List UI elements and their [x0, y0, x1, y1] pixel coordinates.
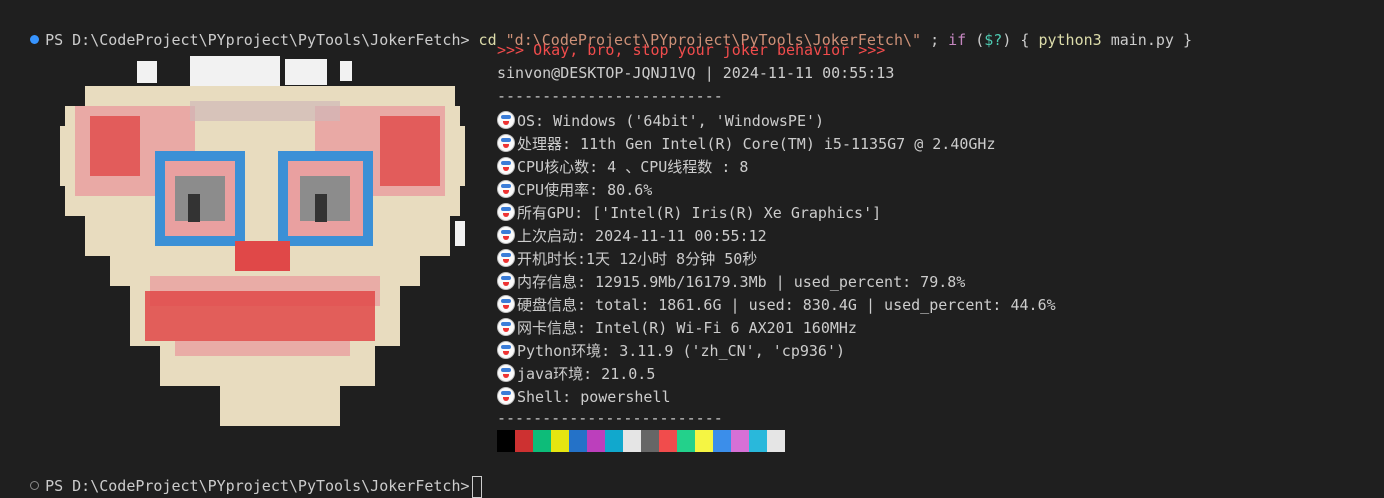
- art-block: [90, 116, 140, 176]
- separator-bottom: -------------------------: [497, 409, 723, 427]
- palette-swatch: [587, 430, 605, 452]
- clown-face-icon: [497, 249, 515, 267]
- clown-face-icon: [497, 203, 515, 221]
- palette-swatch: [713, 430, 731, 452]
- separator-top: -------------------------: [497, 87, 723, 105]
- info-row-text: Shell: powershell: [517, 388, 671, 406]
- art-block: [188, 194, 200, 222]
- art-block: [380, 116, 440, 186]
- art-block: [315, 194, 327, 222]
- art-block: [137, 61, 157, 83]
- cmd-rest: main.py }: [1101, 31, 1192, 49]
- info-row-text: 硬盘信息: total: 1861.6G | used: 830.4G | us…: [517, 296, 1056, 314]
- info-row: java环境: 21.0.5: [497, 361, 655, 383]
- palette-swatch: [569, 430, 587, 452]
- palette-swatch: [695, 430, 713, 452]
- info-row: 网卡信息: Intel(R) Wi-Fi 6 AX201 160MHz: [497, 315, 857, 337]
- palette-swatch: [767, 430, 785, 452]
- cmd-var: $?: [984, 31, 1003, 49]
- palette-swatch: [551, 430, 569, 452]
- palette-swatch: [749, 430, 767, 452]
- info-row-text: 上次启动: 2024-11-11 00:55:12: [517, 227, 767, 245]
- info-row-text: 开机时长:1天 12小时 8分钟 50秒: [517, 250, 758, 268]
- info-row-text: 网卡信息: Intel(R) Wi-Fi 6 AX201 160MHz: [517, 319, 857, 337]
- clown-face-icon: [497, 134, 515, 152]
- cmd-close: ) {: [1002, 31, 1039, 49]
- art-block: [175, 341, 350, 356]
- cmd-open: (: [966, 31, 985, 49]
- info-row: 上次启动: 2024-11-11 00:55:12: [497, 223, 767, 245]
- clown-face-icon: [497, 318, 515, 336]
- palette-swatch: [605, 430, 623, 452]
- clown-face-icon: [497, 387, 515, 405]
- clown-face-icon: [497, 111, 515, 129]
- palette-swatch: [623, 430, 641, 452]
- clown-face-icon: [497, 272, 515, 290]
- clown-face-icon: [497, 341, 515, 359]
- command-line: PS D:\CodeProject\PYproject\PyTools\Joke…: [12, 7, 1192, 49]
- command-status-dot-icon[interactable]: [30, 35, 40, 44]
- palette-swatch: [731, 430, 749, 452]
- art-block: [190, 101, 340, 121]
- art-block: [190, 56, 280, 86]
- info-row-text: java环境: 21.0.5: [517, 365, 656, 383]
- user-host-line: sinvon@DESKTOP-JQNJ1VQ | 2024-11-11 00:5…: [497, 64, 895, 82]
- info-row-text: 内存信息: 12915.9Mb/16179.3Mb | used_percent…: [517, 273, 966, 291]
- clown-face-icon: [497, 157, 515, 175]
- art-block: [340, 61, 352, 81]
- clown-face-icon: [497, 295, 515, 313]
- info-row: 开机时长:1天 12小时 8分钟 50秒: [497, 246, 757, 268]
- clown-face-icon: [497, 364, 515, 382]
- clown-face-icon: [497, 180, 515, 198]
- palette-swatch: [641, 430, 659, 452]
- info-row-text: Python环境: 3.11.9 ('zh_CN', 'cp936'): [517, 342, 846, 360]
- info-row: CPU核心数: 4 、CPU线程数 : 8: [497, 154, 748, 176]
- info-row-text: CPU使用率: 80.6%: [517, 181, 653, 199]
- info-row: Python环境: 3.11.9 ('zh_CN', 'cp936'): [497, 338, 845, 360]
- info-row: OS: Windows ('64bit', 'WindowsPE'): [497, 108, 824, 130]
- art-block: [235, 241, 290, 271]
- art-block: [285, 59, 327, 85]
- clown-face-icon: [497, 226, 515, 244]
- prompt-status-dot-icon: [30, 481, 40, 490]
- cursor: [471, 475, 482, 498]
- prompt: PS D:\CodeProject\PYproject\PyTools\Joke…: [45, 31, 470, 49]
- info-row: 处理器: 11th Gen Intel(R) Core(TM) i5-1135G…: [497, 131, 995, 153]
- color-palette: [497, 430, 785, 452]
- palette-swatch: [677, 430, 695, 452]
- art-block: [145, 291, 375, 341]
- art-block: [220, 386, 340, 426]
- info-row-text: CPU核心数: 4 、CPU线程数 : 8: [517, 158, 749, 176]
- palette-swatch: [497, 430, 515, 452]
- cmd-sep: ;: [921, 31, 949, 49]
- banner: >>> Okay, bro, stop your joker behavior …: [497, 41, 886, 59]
- palette-swatch: [659, 430, 677, 452]
- cmd-if: if: [948, 31, 967, 49]
- art-block: [455, 221, 465, 246]
- final-prompt-line[interactable]: PS D:\CodeProject\PYproject\PyTools\Joke…: [12, 453, 482, 498]
- info-row: CPU使用率: 80.6%: [497, 177, 652, 199]
- info-row-text: 所有GPU: ['Intel(R) Iris(R) Xe Graphics']: [517, 204, 882, 222]
- info-row: 硬盘信息: total: 1861.6G | used: 830.4G | us…: [497, 292, 1056, 314]
- cmd-python: python3: [1038, 31, 1102, 49]
- info-row: Shell: powershell: [497, 384, 671, 406]
- info-row: 所有GPU: ['Intel(R) Iris(R) Xe Graphics']: [497, 200, 881, 222]
- palette-swatch: [515, 430, 533, 452]
- info-row: 内存信息: 12915.9Mb/16179.3Mb | used_percent…: [497, 269, 965, 291]
- final-prompt: PS D:\CodeProject\PYproject\PyTools\Joke…: [45, 477, 470, 495]
- palette-swatch: [533, 430, 551, 452]
- info-row-text: OS: Windows ('64bit', 'WindowsPE'): [517, 112, 825, 130]
- cmd-cd: cd: [478, 31, 497, 49]
- joker-ascii-art: [60, 56, 465, 426]
- info-row-text: 处理器: 11th Gen Intel(R) Core(TM) i5-1135G…: [517, 135, 996, 153]
